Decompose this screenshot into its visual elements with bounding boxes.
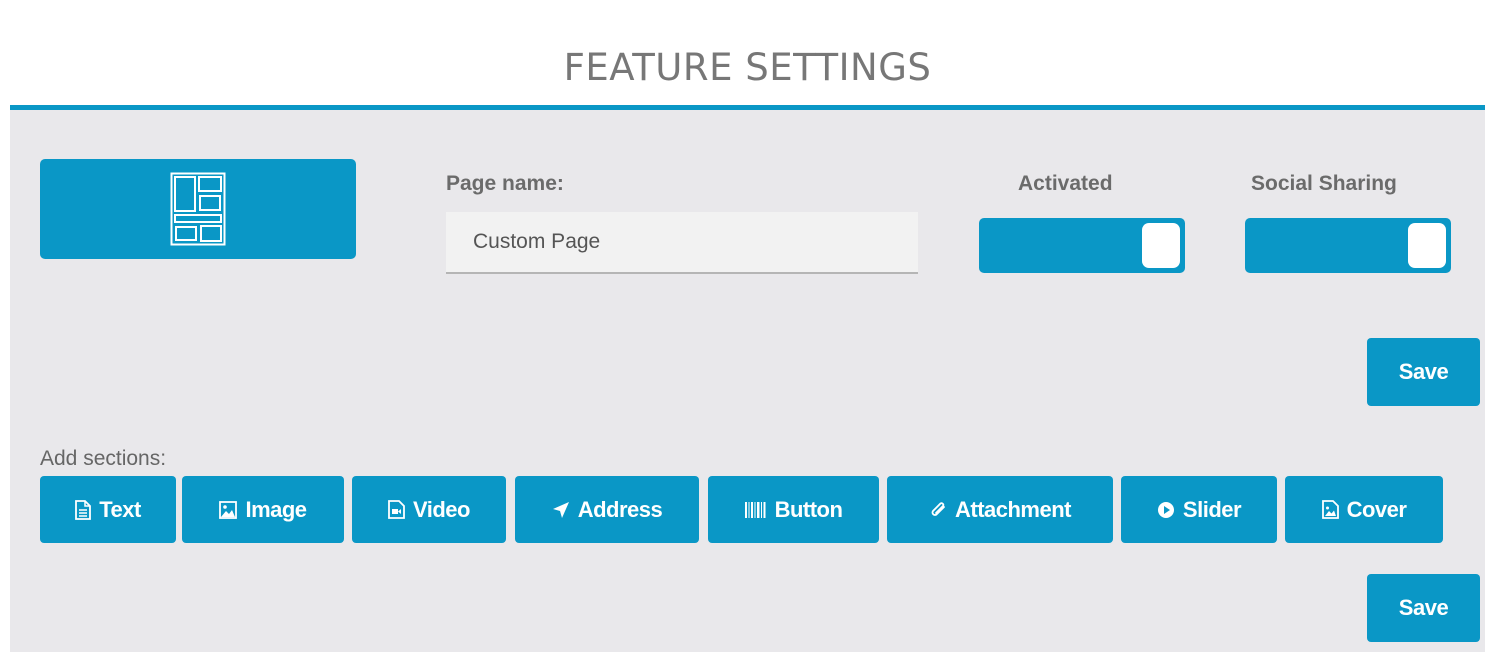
page-layout-button[interactable] [40, 159, 356, 259]
play-circle-icon [1157, 501, 1175, 519]
barcode-icon [744, 501, 767, 519]
image-icon [219, 500, 238, 519]
button-label: Text [99, 496, 141, 522]
add-video-section-button[interactable]: Video [352, 476, 506, 543]
toggle-knob [1142, 223, 1180, 268]
button-label: Address [577, 496, 663, 522]
document-icon [75, 499, 92, 520]
activated-toggle[interactable] [979, 218, 1185, 273]
button-label: Slider [1182, 496, 1242, 522]
toggle-knob [1408, 223, 1446, 268]
social-sharing-label: Social Sharing [1251, 172, 1397, 195]
location-arrow-icon [552, 501, 570, 519]
feature-settings-page: FEATURE SETTINGS Page name: Activated So… [0, 0, 1485, 652]
button-label: Image [245, 496, 307, 522]
page-name-label: Page name: [446, 172, 564, 195]
button-label: Attachment [954, 496, 1072, 522]
video-file-icon [388, 500, 405, 519]
save-sections-button[interactable]: Save [1367, 574, 1480, 642]
button-label: Button [774, 496, 843, 522]
add-image-section-button[interactable]: Image [182, 476, 344, 543]
page-name-input[interactable] [446, 212, 918, 274]
add-attachment-section-button[interactable]: Attachment [887, 476, 1113, 543]
add-cover-section-button[interactable]: Cover [1285, 476, 1443, 543]
page-title: FEATURE SETTINGS [563, 46, 932, 89]
add-address-section-button[interactable]: Address [515, 476, 699, 543]
page-layout-icon [170, 172, 226, 246]
paperclip-icon [929, 501, 947, 519]
button-label: Cover [1346, 496, 1407, 522]
header: FEATURE SETTINGS [10, 0, 1485, 110]
add-button-section-button[interactable]: Button [708, 476, 879, 543]
add-slider-section-button[interactable]: Slider [1121, 476, 1277, 543]
image-file-icon [1321, 500, 1339, 519]
button-label: Video [412, 496, 471, 522]
add-sections-label: Add sections: [40, 447, 167, 470]
add-text-section-button[interactable]: Text [40, 476, 176, 543]
activated-label: Activated [1018, 172, 1113, 195]
save-settings-button[interactable]: Save [1367, 338, 1480, 406]
social-sharing-toggle[interactable] [1245, 218, 1451, 273]
